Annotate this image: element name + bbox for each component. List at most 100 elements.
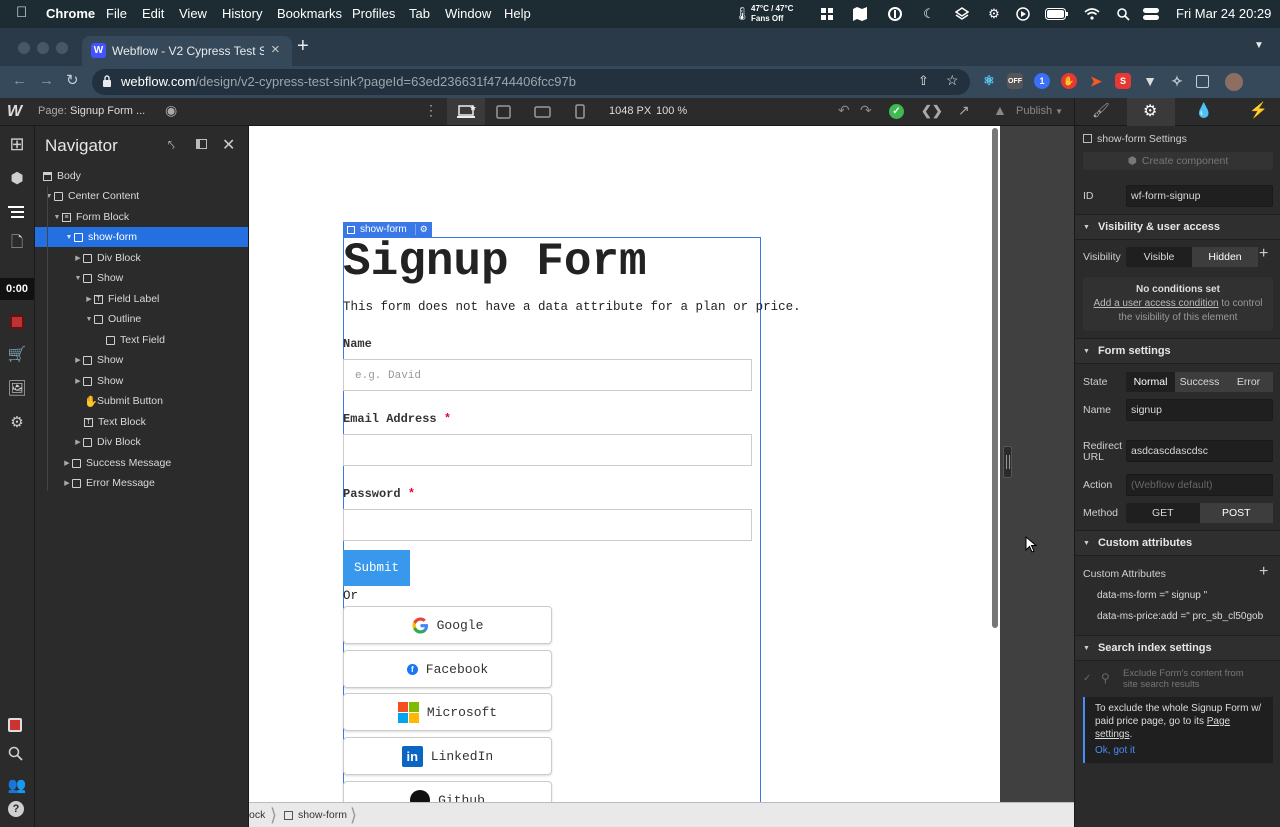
canvas-scrollbar[interactable] [992, 128, 998, 628]
more-vertical-icon[interactable]: ⋮ [424, 102, 438, 119]
reload-icon[interactable]: ↻ [66, 71, 79, 89]
components-cube-icon[interactable]: ⬢ [5, 166, 29, 190]
submit-button[interactable]: Submit [343, 550, 410, 586]
wifi-icon[interactable] [1082, 5, 1102, 23]
browser-tab[interactable]: W Webflow - V2 Cypress Test Sin × [82, 36, 292, 66]
facebook-signin-button[interactable]: f Facebook [343, 650, 552, 688]
canvas-width[interactable]: 1048 PX [609, 105, 651, 117]
form-settings-section-header[interactable]: ▼ Form settings [1075, 338, 1280, 364]
github-signin-button[interactable]: Github [343, 781, 552, 802]
brightness-icon[interactable]: ⚙ [984, 5, 1004, 23]
apple-icon[interactable]:  [16, 4, 27, 21]
method-get-option[interactable]: GET [1126, 503, 1200, 523]
settings-tab[interactable]: ⚙ [1127, 98, 1175, 126]
extension-1password-icon[interactable]: 1 [1034, 73, 1050, 89]
nav-item-show-3[interactable]: ▶ Show [35, 371, 248, 391]
thermometer-icon[interactable]: 🌡 [734, 5, 751, 23]
page-settings-link-2[interactable]: settings [1095, 729, 1129, 740]
add-visibility-icon[interactable]: + [1259, 245, 1268, 263]
design-canvas[interactable]: show-form ⚙ Signup Form This form does n… [249, 126, 1000, 802]
custom-attribute-row[interactable]: data-ms-form =" signup " [1083, 586, 1273, 606]
assets-images-icon[interactable]: 🖼 [5, 376, 29, 400]
caret-right-icon[interactable]: ▶ [73, 356, 83, 364]
menu-profiles[interactable]: Profiles [352, 6, 395, 21]
create-component-button[interactable]: ⬢ Create component [1083, 152, 1273, 170]
extension-arrow-icon[interactable]: ➤ [1088, 73, 1104, 89]
forward-icon[interactable]: → [39, 72, 54, 89]
extension-red-icon[interactable]: ✋ [1061, 73, 1077, 89]
nav-item-text-block[interactable]: T Text Block [35, 412, 248, 432]
add-access-condition-link[interactable]: Add a user access condition [1094, 298, 1219, 309]
code-icon[interactable]: ❮❯ [921, 103, 943, 119]
state-normal-option[interactable]: Normal [1126, 372, 1175, 392]
grid-icon[interactable] [818, 5, 836, 23]
mobile-portrait-icon[interactable] [575, 104, 585, 120]
help-icon[interactable]: ? [8, 801, 24, 817]
caret-right-icon[interactable]: ▶ [73, 438, 83, 446]
ecommerce-cart-icon[interactable]: 🛒 [5, 342, 29, 366]
custom-attributes-section-header[interactable]: ▼ Custom attributes [1075, 530, 1280, 556]
circle-p-icon[interactable] [886, 5, 904, 23]
caret-down-icon[interactable]: ▼ [52, 214, 62, 221]
nav-item-submit-button[interactable]: ✋ Submit Button [35, 391, 248, 411]
menu-edit[interactable]: Edit [142, 6, 164, 21]
control-center-icon[interactable] [1140, 5, 1162, 23]
mobile-landscape-icon[interactable] [534, 106, 552, 118]
extension-v-icon[interactable]: ▼ [1142, 73, 1158, 89]
caret-right-icon[interactable]: ▶ [84, 295, 94, 303]
tab-search-chevron-icon[interactable]: ▼ [1254, 40, 1264, 51]
window-minimize-button[interactable] [37, 42, 49, 54]
back-icon[interactable]: ← [12, 72, 27, 89]
preview-eye-icon[interactable]: ◉ [165, 102, 177, 119]
record-button-icon[interactable] [8, 718, 22, 732]
canvas-resize-handle[interactable] [1003, 446, 1012, 478]
lightning-icon[interactable]: ⚡ [1249, 101, 1268, 119]
visible-option[interactable]: Visible [1126, 247, 1192, 267]
audit-icon[interactable]: ▲ [993, 102, 1007, 118]
nav-item-show[interactable]: ▼ Show [35, 268, 248, 288]
layers-icon[interactable] [952, 5, 972, 23]
page-selector[interactable]: Signup Form ... [70, 105, 145, 117]
extension-off-icon[interactable]: OFF [1007, 73, 1023, 89]
side-panel-icon[interactable] [1196, 75, 1209, 88]
nav-item-div-block[interactable]: ▶ Div Block [35, 248, 248, 268]
publish-button[interactable]: Publish ▼ [1016, 105, 1063, 117]
nav-item-error-message[interactable]: ▶ Error Message [35, 473, 248, 493]
custom-attribute-row[interactable]: data-ms-price:add =" prc_sb_cl50gob [1083, 607, 1273, 627]
pages-icon[interactable]: 🗋 [5, 232, 29, 256]
clock[interactable]: Fri Mar 24 20:29 [1176, 6, 1271, 21]
new-tab-button[interactable]: + [297, 35, 309, 58]
hidden-option[interactable]: Hidden [1192, 247, 1258, 267]
menu-history[interactable]: History [222, 6, 262, 21]
action-input[interactable]: (Webflow default) [1126, 474, 1273, 496]
menu-view[interactable]: View [179, 6, 207, 21]
search-index-section-header[interactable]: ▼ Search index settings [1075, 635, 1280, 661]
redo-icon[interactable]: ↷ [860, 102, 872, 119]
nav-item-center-content[interactable]: ▼ Center Content [35, 186, 248, 206]
menu-help[interactable]: Help [504, 6, 531, 21]
state-error-option[interactable]: Error [1224, 372, 1273, 392]
nav-item-outline[interactable]: ▼ Outline [35, 309, 248, 329]
caret-right-icon[interactable]: ▶ [62, 459, 72, 467]
state-success-option[interactable]: Success [1175, 372, 1224, 392]
breadcrumb-current[interactable]: show-form [298, 809, 347, 821]
menu-app-name[interactable]: Chrome [46, 6, 95, 21]
nav-item-body[interactable]: Body [35, 166, 248, 186]
spotlight-search-icon[interactable] [1114, 5, 1132, 23]
play-icon[interactable] [1014, 5, 1032, 23]
battery-icon[interactable] [1044, 5, 1070, 23]
extensions-puzzle-icon[interactable]: ✧ [1169, 73, 1185, 89]
navigator-rail-button[interactable] [0, 198, 34, 226]
page-settings-link[interactable]: Page [1207, 716, 1230, 727]
password-input[interactable] [343, 509, 752, 541]
caret-down-icon[interactable]: ▼ [44, 193, 54, 200]
linkedin-signin-button[interactable]: in LinkedIn [343, 737, 552, 775]
temp-widget[interactable]: 47°C / 47°C Fans Off [751, 4, 793, 24]
add-element-icon[interactable]: ⊞ [5, 132, 29, 156]
site-settings-gear-icon[interactable]: ⚙ [5, 410, 29, 434]
url-bar[interactable]: webflow.com/design/v2-cypress-test-sink?… [92, 69, 970, 95]
users-icon[interactable]: 👥 [5, 773, 29, 797]
react-devtools-icon[interactable]: ⚛ [981, 73, 997, 89]
caret-down-icon[interactable]: ▼ [84, 316, 94, 323]
share-icon[interactable]: ⇧ [918, 73, 929, 89]
